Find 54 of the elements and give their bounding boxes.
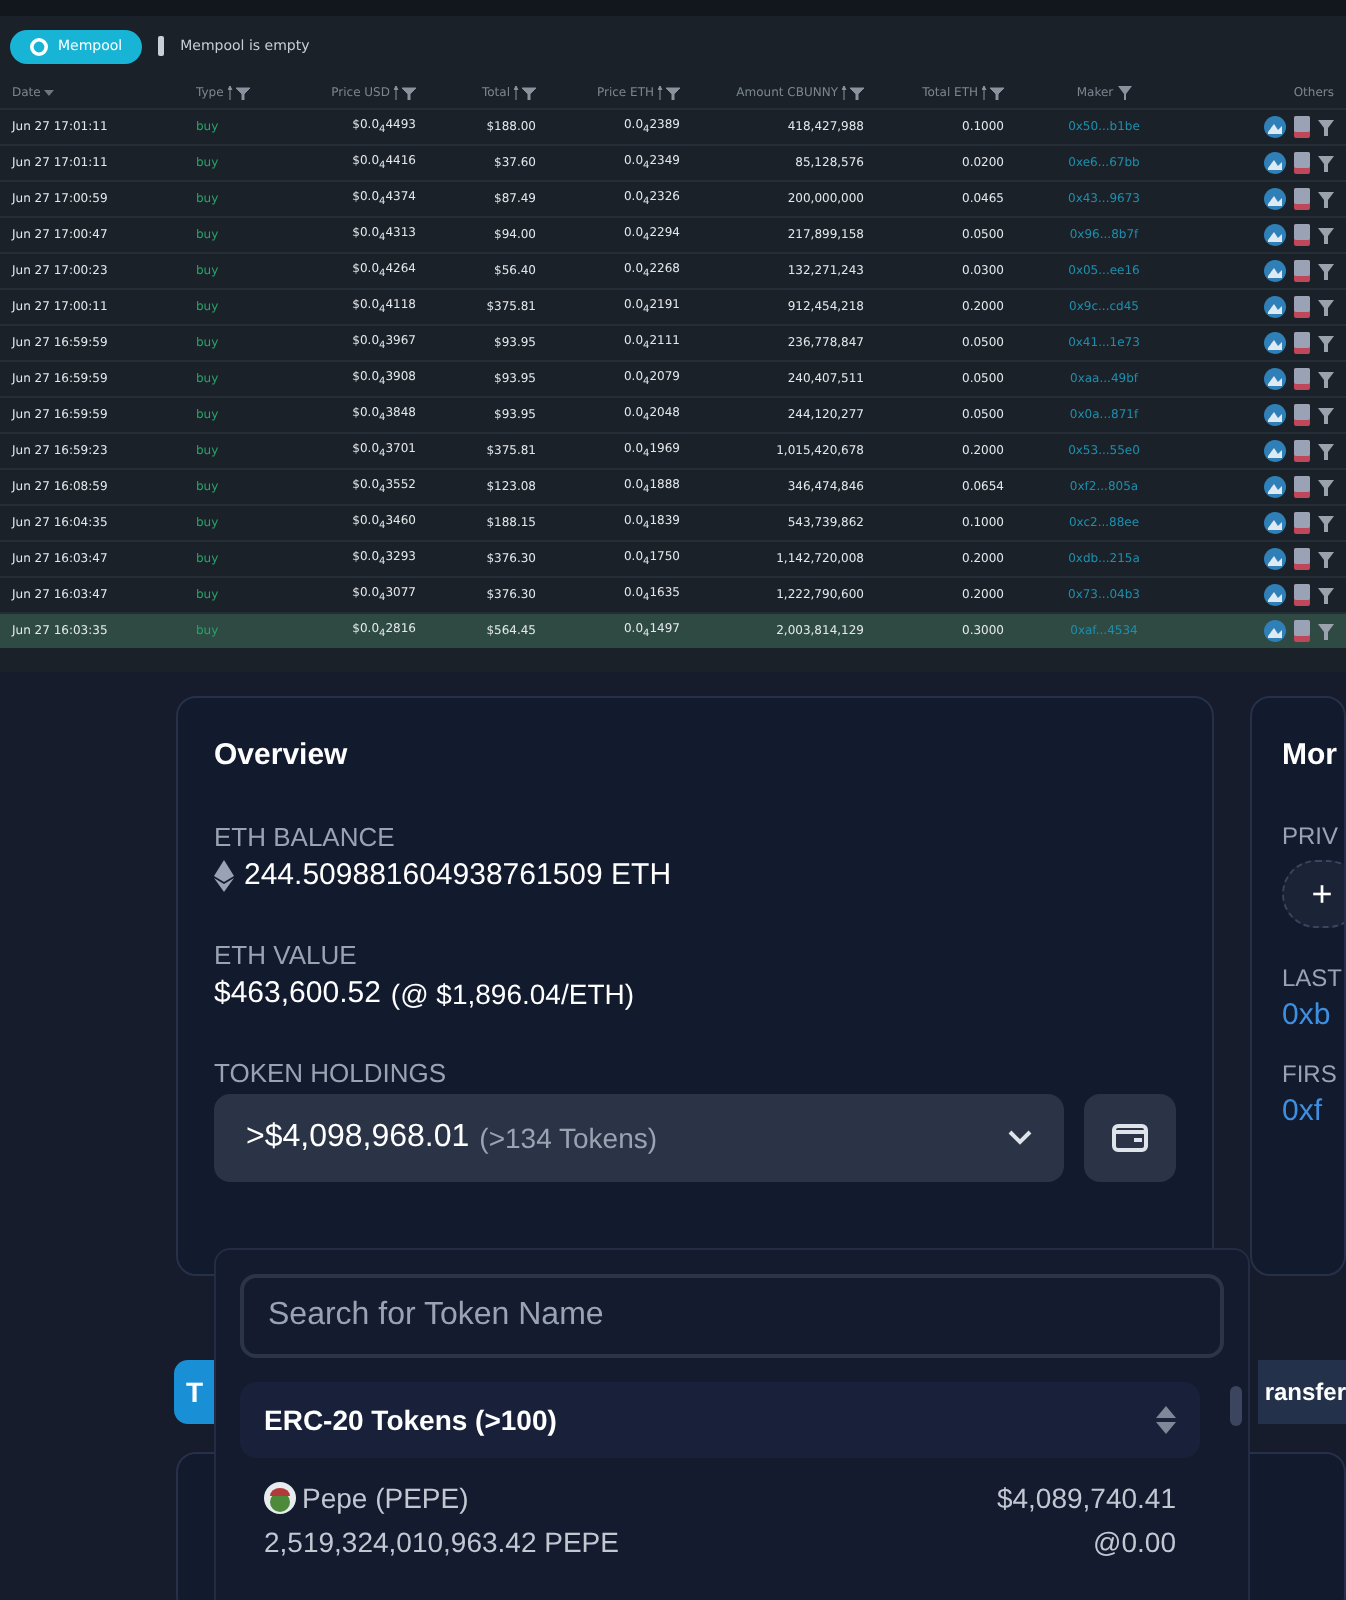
field-label: ETH VALUE <box>214 940 359 970</box>
eth-rate: (@ $1,896.04/ETH) <box>390 977 635 1009</box>
filter-icon[interactable] <box>1318 551 1334 567</box>
filter-icon[interactable] <box>1318 155 1334 171</box>
filter-icon[interactable] <box>1318 191 1334 207</box>
token-rate: @0.00 <box>1093 1526 1176 1558</box>
filter-icon[interactable] <box>1318 335 1334 351</box>
transaction-link[interactable]: 0xf <box>1282 1094 1344 1128</box>
card-title: Mor <box>1282 738 1339 772</box>
field-label: LAST <box>1282 964 1344 992</box>
sort-icon[interactable] <box>44 89 55 95</box>
card-title: Overview <box>214 738 350 772</box>
tab[interactable]: ransfer <box>1258 1360 1346 1424</box>
token-value: $4,089,740.41 <box>996 1482 1176 1514</box>
token-holdings-dropdown[interactable]: >$4,098,968.01 (>134 Tokens) <box>214 1094 1064 1182</box>
filter-icon[interactable] <box>1318 371 1334 387</box>
ethereum-icon <box>214 859 234 891</box>
filter-icon[interactable] <box>1318 407 1334 423</box>
group-title: ERC-20 Tokens (>100) <box>264 1404 557 1436</box>
token-name[interactable]: Pepe (PEPE) <box>302 1482 469 1514</box>
token-logo-icon <box>264 1482 296 1514</box>
filter-icon[interactable] <box>1318 587 1334 603</box>
eth-value: $463,600.52 <box>214 976 381 1010</box>
sort-filter-icon[interactable] <box>227 85 250 99</box>
eth-balance: 244.509881604938761509 ETH <box>244 858 672 892</box>
wallet-icon <box>1112 1124 1148 1152</box>
filter-icon[interactable] <box>1318 119 1334 135</box>
filter-icon[interactable] <box>1318 263 1334 279</box>
token-balance: 2,519,324,010,963.42 PEPE <box>264 1526 619 1558</box>
field-label: FIRS <box>1282 1060 1339 1088</box>
filter-icon[interactable] <box>1318 227 1334 243</box>
field-label: ETH BALANCE <box>214 822 397 852</box>
filter-icon[interactable] <box>1318 623 1334 639</box>
sort-icon <box>1156 1406 1176 1434</box>
sort-filter-icon[interactable] <box>394 85 416 99</box>
wallet-button[interactable] <box>1084 1094 1176 1182</box>
filter-icon[interactable] <box>1117 85 1132 99</box>
filter-icon[interactable] <box>1318 515 1334 531</box>
scrollbar-thumb[interactable] <box>1230 1386 1242 1426</box>
filter-icon[interactable] <box>1318 479 1334 495</box>
filter-icon[interactable] <box>1318 443 1334 459</box>
sort-filter-icon[interactable] <box>842 85 864 99</box>
add-button[interactable]: + <box>1282 860 1344 928</box>
search-field[interactable]: Search for Token Name <box>240 1274 1224 1358</box>
chevron-icon <box>1008 1130 1032 1146</box>
field-label: TOKEN HOLDINGS <box>214 1058 449 1088</box>
tab[interactable]: T <box>174 1360 216 1424</box>
filter-icon[interactable] <box>1318 299 1334 315</box>
sort-filter-icon[interactable] <box>658 85 680 99</box>
sort-filter-icon[interactable] <box>514 85 536 99</box>
field-label: PRIV <box>1282 822 1341 850</box>
token-group-header[interactable]: ERC-20 Tokens (>100) <box>240 1382 1200 1458</box>
transaction-link[interactable]: 0xb <box>1282 998 1344 1032</box>
sort-filter-icon[interactable] <box>982 85 1004 99</box>
